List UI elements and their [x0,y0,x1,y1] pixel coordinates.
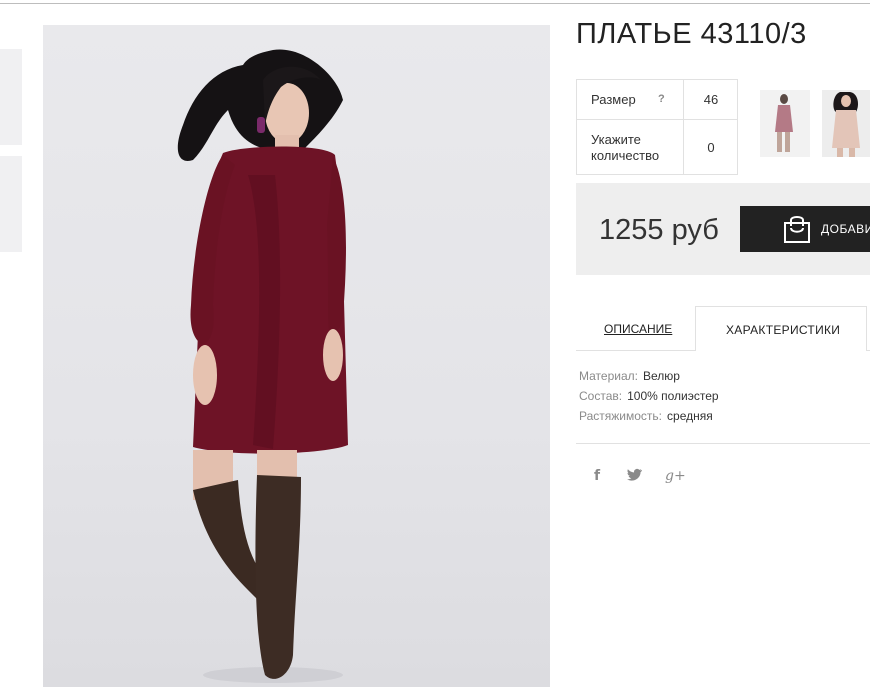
thumbnail-leg-right [849,148,855,157]
quantity-row: Укажите количество 0 [577,120,737,174]
product-page: ПЛАТЬЕ 43110/3 Размер ? 46 Укажите колич… [0,0,870,687]
hair [177,49,343,161]
thumbnail-head [841,95,851,107]
tab-specifications[interactable]: ХАРАКТЕРИСТИКИ [695,306,867,351]
thumbnail-leg-left [777,132,782,152]
thumbnail-leg-right [785,132,790,152]
size-label-cell: Размер ? [577,80,684,119]
size-help-icon[interactable]: ? [658,93,665,105]
spec-key: Состав: [579,389,623,403]
spec-value: Велюр [642,369,680,383]
quantity-value: 0 [707,140,715,155]
quantity-label: Укажите количество [591,132,660,163]
product-tabs: ОПИСАНИЕ ХАРАКТЕРИСТИКИ [576,306,870,351]
size-select[interactable]: 46 [685,80,737,119]
spec-value: средняя [667,409,713,423]
thumbnail-dress [775,105,793,132]
quantity-input[interactable]: 0 [685,120,737,174]
size-row: Размер ? 46 [577,80,737,120]
spec-value: 100% полиэстер [627,389,719,403]
size-label: Размер [591,92,636,107]
hand-right [323,329,343,381]
facebook-icon[interactable]: f [594,468,600,484]
add-to-cart-button[interactable]: ДОБАВИТЬ [740,206,870,252]
twitter-icon[interactable] [627,468,643,485]
tab-description[interactable]: ОПИСАНИЕ [576,306,695,351]
spec-row-composition: Состав: 100% полиэстер [579,389,719,409]
gallery-thumbnail-1[interactable] [0,49,22,145]
top-divider [0,3,870,4]
product-main-image[interactable] [43,25,550,687]
add-to-cart-label: ДОБАВИТЬ [821,222,870,236]
model-illustration [177,49,348,683]
hand-left [193,345,217,405]
color-variant-beige-thumbnail[interactable] [822,90,870,157]
thumbnail-dress [832,110,860,148]
tab-description-label: ОПИСАНИЕ [604,322,673,336]
section-divider [576,443,870,444]
spec-key: Растяжимость: [579,409,663,423]
boot-right [255,475,301,679]
spec-row-stretch: Растяжимость: средняя [579,409,719,429]
price: 1255 руб [599,214,719,246]
color-variant-pink-thumbnail[interactable] [760,90,810,157]
thumbnail-head [780,94,788,104]
google-plus-icon[interactable]: g+ [665,468,686,484]
product-options-table: Размер ? 46 Укажите количество 0 [576,79,738,175]
size-value: 46 [703,92,719,107]
tab-specifications-label: ХАРАКТЕРИСТИКИ [726,323,841,337]
product-title: ПЛАТЬЕ 43110/3 [576,18,807,50]
dress-thumbnail-beige-icon [822,90,870,157]
shopping-bag-icon [783,214,811,249]
gallery-thumbnail-2[interactable] [0,156,22,252]
specifications-list: Материал: Велюр Состав: 100% полиэстер Рас… [579,369,719,429]
spec-row-material: Материал: Велюр [579,369,719,389]
thumbnail-leg-left [837,148,843,157]
spec-key: Материал: [579,369,638,383]
dress-thumbnail-pink-icon [760,90,810,157]
price-box: 1255 руб ДОБАВИТЬ [576,183,870,275]
quantity-label-cell: Укажите количество [577,120,684,174]
earring [257,117,265,133]
